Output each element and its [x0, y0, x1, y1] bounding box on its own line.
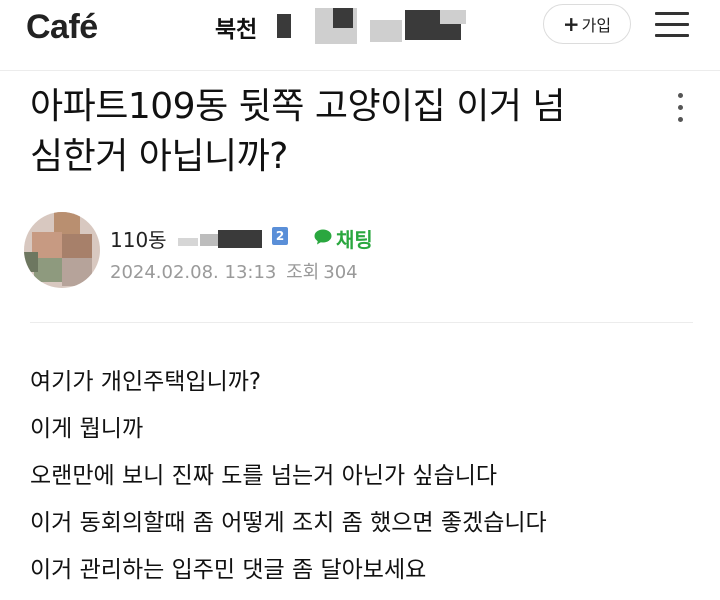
hamburger-menu-icon[interactable] [655, 12, 689, 38]
redacted-block [178, 238, 198, 246]
chat-label[interactable]: 채팅 [336, 224, 373, 253]
post-title: 아파트109동 뒷쪽 고양이집 이거 넘 심한거 아닙니까? [30, 82, 630, 182]
redacted-block [333, 8, 353, 28]
chat-icon[interactable] [314, 229, 332, 245]
post-title-line: 심한거 아닙니까? [30, 136, 288, 177]
cafe-logo[interactable]: Café [26, 8, 98, 47]
post-body: 여기가 개인주택입니까? 이게 뭡니까 오랜만에 보니 진짜 도를 넘는거 아닌… [30, 362, 690, 597]
join-button[interactable]: + 가입 [543, 4, 631, 44]
redacted-block [218, 230, 262, 248]
post-title-line: 아파트109동 뒷쪽 고양이집 이거 넘 [30, 86, 566, 127]
post-body-line: 여기가 개인주택입니까? [30, 369, 262, 395]
post-body-line: 이거 관리하는 입주민 댓글 좀 달아보세요 [30, 557, 427, 583]
redacted-block [277, 14, 291, 38]
post-body-line: 오랜만에 보니 진짜 도를 넘는거 아닌가 싶습니다 [30, 463, 498, 489]
plus-icon: + [562, 12, 580, 36]
post-date: 2024.02.08. 13:13 [110, 262, 277, 283]
views-label: 조회 [286, 262, 320, 283]
avatar[interactable] [24, 212, 100, 288]
post-body-line: 이게 뭡니까 [30, 416, 144, 442]
divider [30, 322, 693, 323]
cafe-name[interactable]: 북천 [215, 10, 257, 44]
app-header: Café 북천 + 가입 [0, 0, 720, 71]
redacted-block [440, 10, 466, 24]
join-label: 가입 [581, 16, 612, 35]
author-name[interactable]: 110동 [110, 224, 167, 253]
redacted-block [370, 20, 402, 42]
more-vertical-icon[interactable] [678, 93, 684, 123]
post-body-line: 이거 동회의할때 좀 어떻게 조치 좀 했으면 좋겠습니다 [30, 510, 547, 536]
views-count: 304 [323, 262, 358, 283]
post-meta: 2024.02.08. 13:13 조회 304 [110, 258, 362, 284]
redacted-block [200, 234, 218, 246]
member-level-badge: 2 [272, 227, 288, 245]
